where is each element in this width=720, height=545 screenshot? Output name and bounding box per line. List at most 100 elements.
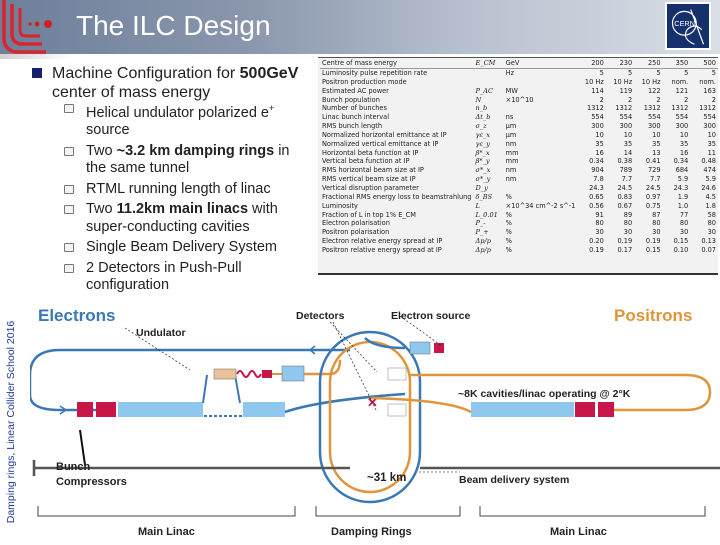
value-cell: 80 bbox=[652, 219, 661, 228]
value-cell: 0.20 bbox=[589, 237, 604, 246]
parameter-name-cell: Luminosity pulse repetition rate bbox=[322, 69, 428, 77]
table-row: Vertical beta function at IP β*_y mm 0.34 0.… bbox=[320, 157, 718, 166]
value-cell: 1.0 bbox=[677, 201, 689, 210]
value-cell: 0.19 bbox=[645, 237, 661, 246]
value-cell: 35 bbox=[595, 139, 604, 148]
main-bullet-energy: 500GeV bbox=[239, 65, 299, 82]
value-cell: 1.8 bbox=[705, 201, 717, 210]
value-cell: 119 bbox=[619, 86, 633, 95]
value-cell: 30 bbox=[707, 228, 716, 237]
parameter-name-cell: Linac bunch interval bbox=[322, 113, 390, 122]
parameter-name-cell: Vertical disruption parameter bbox=[322, 183, 419, 192]
symbol-cell: D_y bbox=[475, 183, 488, 192]
value-cell: 24.3 bbox=[589, 183, 604, 192]
symbol-cell: Δt_b bbox=[475, 113, 491, 122]
value-cell: 0.41 bbox=[645, 157, 661, 166]
value-cell: 35 bbox=[623, 139, 633, 148]
parameter-table: Centre of mass energy E_CM GeV 200 230 250 350… bbox=[318, 57, 718, 275]
value-cell: 789 bbox=[619, 166, 633, 175]
value-cell: 200 bbox=[577, 58, 606, 69]
symbol-cell: P_AC bbox=[475, 86, 494, 95]
sub-bullet-main-linacs: Two 11.2km main linacs with super-conduc… bbox=[62, 201, 312, 236]
table-row: Electron polarisation P_-% 80 80 80 80 80 bbox=[320, 219, 718, 228]
value-cell: 10 bbox=[679, 130, 689, 139]
symbol-cell: L_0.01 bbox=[475, 210, 498, 219]
unit-cell bbox=[504, 184, 578, 193]
table-row: RMS vertical beam size at IP σ*_y nm 7.8 7.7… bbox=[320, 175, 718, 184]
value-cell: 0.34 bbox=[589, 157, 604, 166]
unit-cell: nm bbox=[505, 175, 517, 184]
parameter-table-grid: Centre of mass energy E_CM GeV 200 230 250 350… bbox=[320, 58, 718, 255]
value-cell: 2 bbox=[627, 95, 633, 104]
unit-cell: ns bbox=[505, 113, 514, 122]
value-cell: 1312 bbox=[615, 104, 633, 113]
value-cell: 80 bbox=[707, 219, 716, 228]
table-row: Luminosity L ×10^34 cm^-2 s^-1 0.56 0.67 0.75… bbox=[320, 202, 718, 211]
value-cell: 77 bbox=[679, 210, 689, 219]
value-cell: 300 bbox=[675, 122, 689, 131]
value-cell: 5.9 bbox=[705, 175, 717, 184]
table-row: Number of bunches n_b 1312 1312 1312 1312 1312 bbox=[320, 104, 718, 113]
value-cell: 80 bbox=[679, 219, 689, 228]
value-cell: 0.19 bbox=[617, 237, 633, 246]
main-bullet-text: Machine Configuration for bbox=[52, 65, 240, 82]
value-cell: 0.17 bbox=[617, 245, 633, 254]
symbol-cell: γε_x bbox=[475, 130, 491, 139]
unit-cell: % bbox=[505, 192, 512, 201]
value-cell: 2 bbox=[684, 95, 689, 104]
electron-linac-section bbox=[118, 402, 203, 417]
bunch-compressor bbox=[77, 402, 93, 417]
checkbox-bullet-icon bbox=[64, 243, 74, 253]
unit-cell: GeV bbox=[503, 58, 578, 69]
unit-cell: μm bbox=[505, 122, 517, 131]
parameter-name-cell: Number of bunches bbox=[322, 104, 387, 113]
undulator-icon bbox=[236, 370, 262, 378]
symbol-cell: E_CM bbox=[473, 58, 504, 69]
value-cell: 16 bbox=[679, 148, 689, 157]
value-cell: 30 bbox=[652, 228, 661, 237]
value-cell: 114 bbox=[591, 86, 604, 95]
value-cell: 729 bbox=[647, 166, 661, 175]
checkbox-bullet-icon bbox=[64, 205, 74, 215]
unit-cell: mm bbox=[505, 157, 519, 166]
table-row: Normalized vertical emittance at IP γε_y n… bbox=[320, 140, 718, 149]
value-cell: 30 bbox=[623, 228, 633, 237]
cavities-note: ~8K cavities/linac operating @ 2°K bbox=[458, 388, 631, 400]
symbol-cell: n_b bbox=[475, 104, 488, 113]
parameter-name-cell: Positron relative energy spread at IP bbox=[322, 245, 442, 254]
value-cell: 5 bbox=[656, 69, 661, 77]
unit-cell: % bbox=[505, 210, 512, 219]
value-cell: 1.9 bbox=[677, 192, 689, 201]
ilc-layout-svg: ✕ bbox=[28, 315, 720, 517]
bunch-compressor bbox=[575, 402, 595, 417]
value-cell: 0.10 bbox=[673, 245, 689, 254]
value-cell: 24.5 bbox=[617, 183, 633, 192]
electrons-label: Electrons bbox=[38, 306, 116, 325]
value-cell: 58 bbox=[707, 210, 716, 219]
table-row: Fractional RMS energy loss to beamstrahl… bbox=[320, 193, 718, 202]
parameter-name-cell: Horizontal beta function at IP bbox=[322, 148, 419, 157]
sub-bullet-bds: Single Beam Delivery System bbox=[62, 239, 312, 257]
table-header-row: Centre of mass energy E_CM GeV 200 230 250 350… bbox=[320, 58, 718, 69]
value-cell: 230 bbox=[605, 58, 635, 69]
symbol-cell: β*_x bbox=[475, 148, 490, 157]
unit-cell: mm bbox=[505, 148, 519, 157]
value-cell: 35 bbox=[707, 139, 716, 148]
value-cell: 300 bbox=[647, 122, 661, 131]
bunch-compressor bbox=[598, 402, 614, 417]
parameter-name-cell: Electron polarisation bbox=[322, 219, 390, 228]
parameter-name-cell: Centre of mass energy bbox=[320, 58, 474, 69]
value-cell: 0.83 bbox=[617, 192, 633, 201]
parameter-name-cell: Electron relative energy spread at IP bbox=[322, 237, 443, 246]
symbol-cell: σ*_y bbox=[475, 175, 491, 184]
unit-cell: nm bbox=[505, 166, 517, 175]
unit-cell bbox=[504, 104, 578, 113]
length-label: ~31 km bbox=[367, 472, 407, 484]
bracket-main-linac-left bbox=[37, 506, 296, 517]
value-cell: 14 bbox=[623, 148, 633, 157]
value-cell: 0.13 bbox=[701, 237, 716, 246]
parameter-name-cell: Fraction of L in top 1% E_CM bbox=[322, 210, 416, 219]
unit-cell: % bbox=[505, 237, 512, 246]
value-cell: 0.48 bbox=[701, 157, 716, 166]
value-cell: 250 bbox=[634, 58, 663, 69]
